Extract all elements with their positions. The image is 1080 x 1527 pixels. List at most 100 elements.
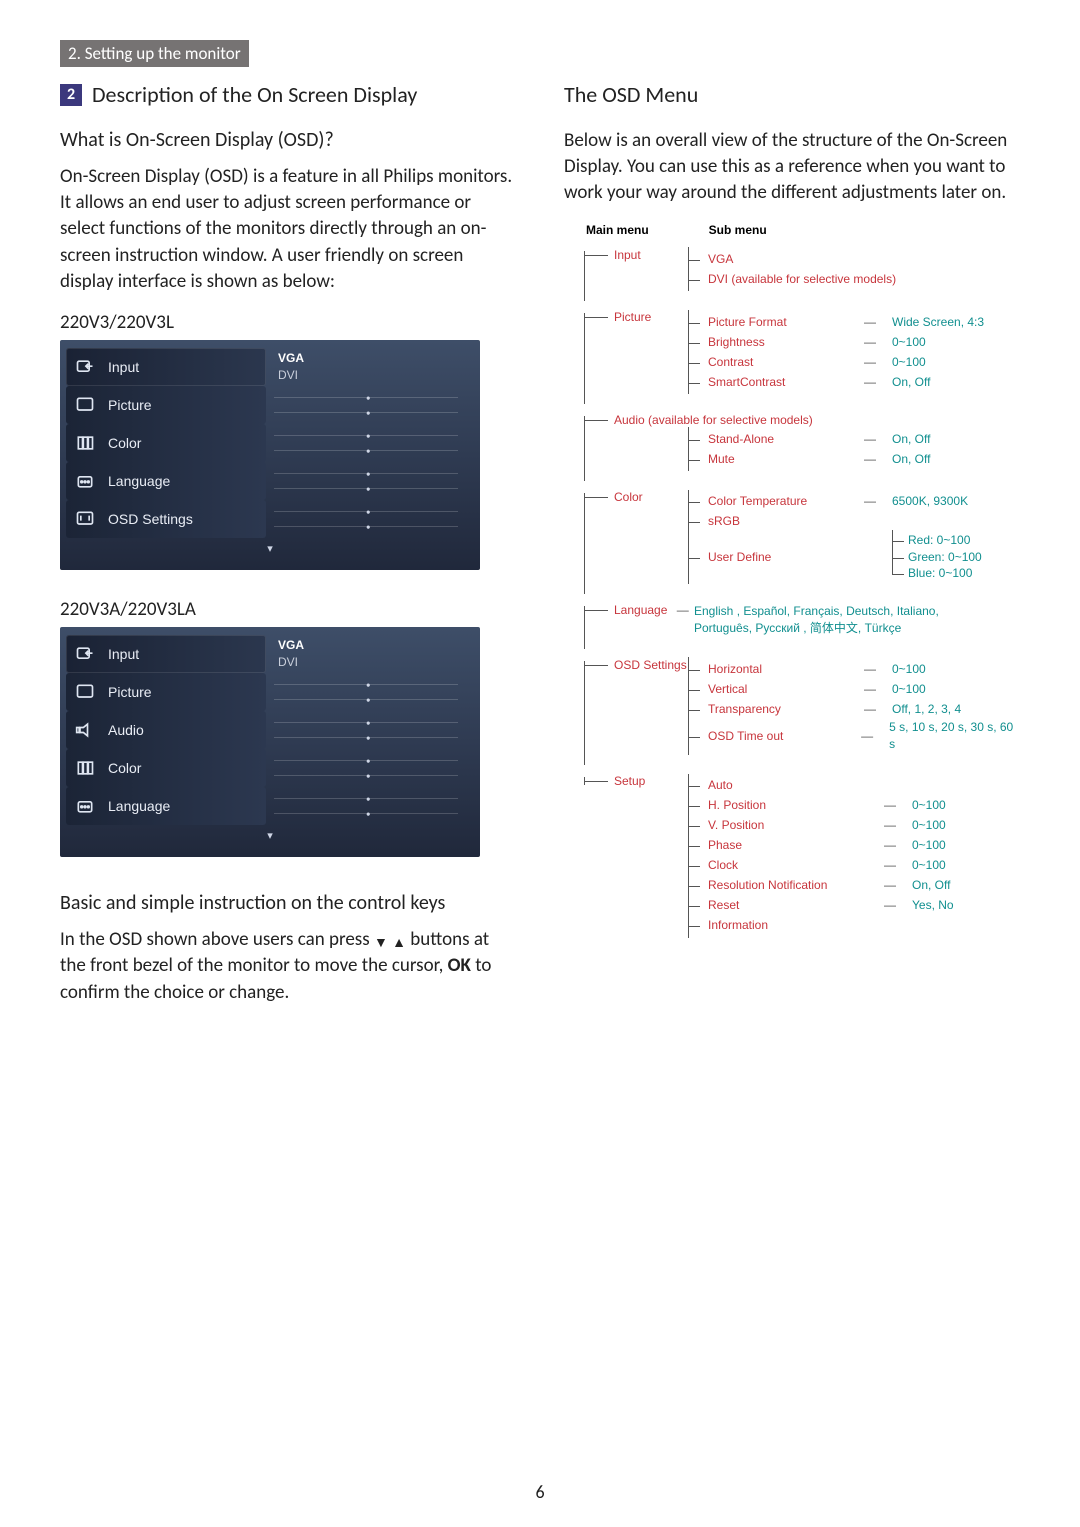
tree-line: — [858,354,882,371]
right-paragraph: Below is an overall view of the structur… [564,128,1020,207]
subheading-basic-instruction: Basic and simple instruction on the cont… [60,891,516,915]
tree-line: — [858,451,882,468]
osd-menu-item: InputVGADVI [60,635,480,673]
tree-line: — [858,374,882,391]
right-column: The OSD Menu Below is an overall view of… [564,77,1020,1022]
tree-header-sub: Sub menu [709,223,767,237]
tree-sub-label: Stand-Alone [694,431,858,448]
osd-menu-item-left: Input [66,635,266,673]
tree-value: On, Off [882,451,930,468]
tree-picture: Picture Picture Format — Wide Screen, 4:… [574,309,1020,392]
tree-line [584,661,585,765]
tree-value: 0~100 [902,837,946,854]
tree-header: Main menu Sub menu [586,223,1020,237]
subheading-what-is-osd: What is On-Screen Display (OSD)? [60,128,516,152]
osd-menu-b: InputVGADVI Picture•• Audio•• Color•• La… [60,627,480,857]
tree-line: — [878,897,902,914]
tree-main-label: Language [614,603,667,617]
tree-row: Clock — 0~100 [694,856,1020,876]
tree-sub-label: Resolution Notification [694,877,878,894]
osd-menu-item: Picture •• [60,386,480,424]
tree-value: English , Español, Français, Deutsch, It… [694,603,1020,620]
tree-line [584,251,585,302]
osd-menu-item-label: OSD Settings [108,511,193,527]
tree-value: On, Off [882,431,930,448]
osd-menu-item: Color•• [60,424,480,462]
osd-option: VGA [278,350,480,367]
tree-sub-label: Vertical [694,681,858,698]
tree-sub-label: Picture Format [694,314,858,331]
tree-input: Input VGA DVI (available for selective m… [574,247,1020,290]
tree-sub-label: Reset [694,897,878,914]
tree-line [584,610,608,611]
tree-value: 0~100 [882,334,926,351]
tree-sub-label: sRGB [694,513,858,530]
tree-sub-label: DVI (available for selective models) [694,271,968,288]
color-icon [72,432,98,454]
tree-line: — [858,681,882,698]
tree-sub-label: Transparency [694,701,858,718]
tree-row: OSD Time out — 5 s, 10 s, 20 s, 30 s, 60… [694,719,1020,753]
tree-row: Transparency — Off, 1, 2, 3, 4 [694,699,1020,719]
tree-osd-settings: OSD Settings Horizontal — 0~100Vertical … [574,657,1020,753]
tree-line [584,606,585,648]
tree-row: Vertical — 0~100 [694,679,1020,699]
tree-line: — [878,837,902,854]
osd-menu-item-left: Picture [66,386,266,424]
page-number: 6 [0,1481,1080,1503]
tree-line: — [858,314,882,331]
osd-decorative-lines: •• [266,507,480,531]
tree-line: — [858,431,882,448]
tree-setup: Setup Auto H. Position — 0~100V. Positio… [574,773,1020,936]
tree-row: Stand-Alone — On, Off [694,429,1020,449]
tree-line [688,774,689,938]
osd-decorative-lines: •• [266,393,480,417]
tree-line [584,665,608,666]
osd-menu-item-options: VGADVI [266,635,480,673]
tree-main-label: Picture [614,310,651,324]
osd-menu-item: Language•• [60,787,480,825]
tree-row: Horizontal — 0~100 [694,659,1020,679]
tree-row: DVI (available for selective models) [694,269,1020,289]
tree-sub-label: Contrast [694,354,858,371]
tree-line: — [878,797,902,814]
tree-sub-label: Clock [694,857,878,874]
tree-line: — [671,603,695,617]
tree-line [688,657,689,755]
osd-menu-item-left: Language [66,787,266,825]
tree-line: — [878,817,902,834]
model-label-b: 220V3A/220V3LA [60,598,516,621]
osd-menu-item-label: Picture [108,397,152,413]
osd-option: VGA [278,637,480,654]
osd-menu-item-label: Color [108,760,141,776]
tree-value: 0~100 [902,857,946,874]
tree-value: 0~100 [902,817,946,834]
tree-line [584,781,608,782]
osd-menu-item: OSD Settings •• [60,500,480,538]
osd-menu-item-left: Input [66,348,266,386]
osd-menu-item: Color•• [60,749,480,787]
tree-value: Wide Screen, 4:3 [882,314,984,331]
tree-value: Off, 1, 2, 3, 4 [882,701,961,718]
tree-line [688,490,689,584]
tree-line [584,493,585,594]
tree-main-label: Setup [614,774,645,788]
tree-line: — [858,661,882,678]
up-arrow-icon: ▲ [392,934,406,951]
osd-menu-item-left: Color [66,749,266,787]
osd-option: DVI [278,367,480,384]
tree-value: Red: 0~100 [888,532,982,549]
osd-menu-item-label: Picture [108,684,152,700]
osd-menu-item-left: Language [66,462,266,500]
tree-sub-label: Mute [694,451,858,468]
tree-sub-label: Information [694,917,858,934]
tree-value: Português, Русский , 简体中文, Türkçe [694,620,1020,637]
osd-icon [72,508,98,530]
tree-color: Color Color Temperature — 6500K, 9300K s… [574,489,1020,582]
tree-sub-label: VGA [694,251,858,268]
osd-menu-item-left: Audio [66,711,266,749]
osd-menu-item-label: Language [108,473,170,489]
section-title: Description of the On Screen Display [92,81,417,108]
tree-row: V. Position — 0~100 [694,816,1020,836]
picture-icon [72,394,98,416]
